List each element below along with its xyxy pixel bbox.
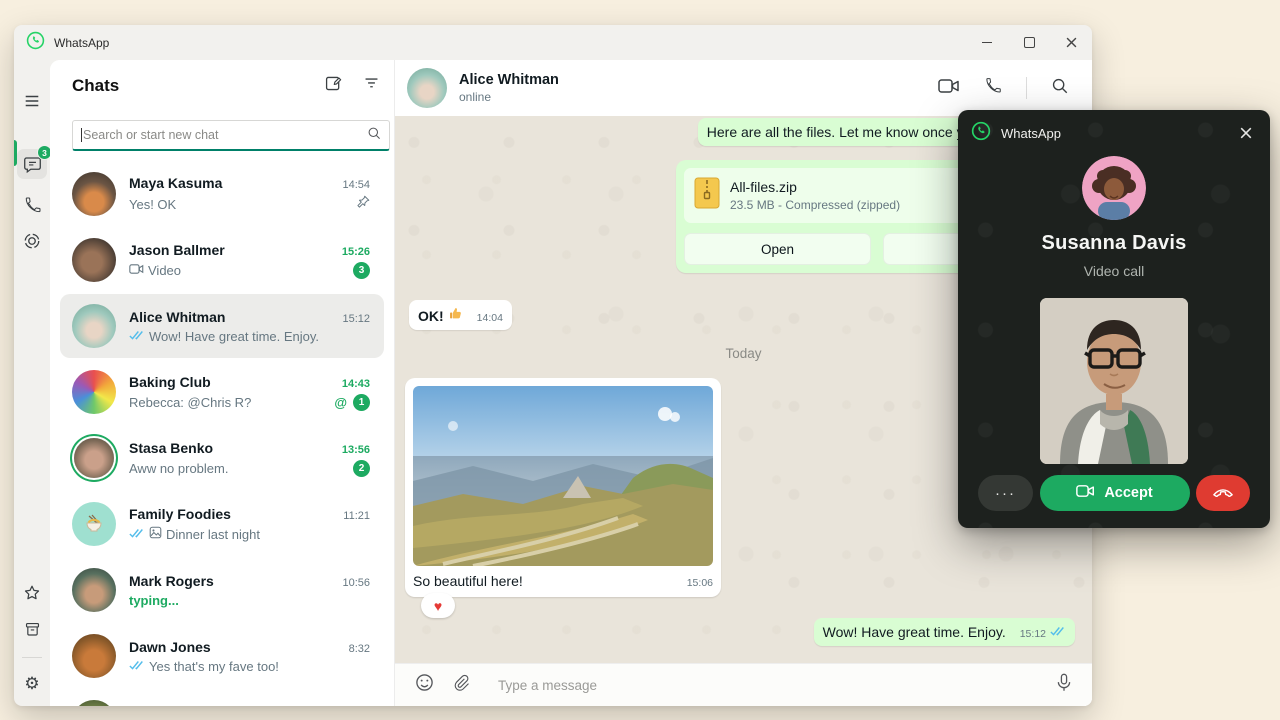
- search-input[interactable]: [72, 120, 390, 151]
- titlebar: WhatsApp: [14, 25, 1092, 60]
- whatsapp-logo-icon: [26, 31, 45, 55]
- sidebar-item-settings[interactable]: ⚙: [17, 668, 47, 698]
- active-nav-indicator: [14, 140, 17, 166]
- photo-icon: [149, 526, 162, 542]
- chat-list-item-baking-club[interactable]: Baking Club14:43 Rebecca: @Chris R? @1: [60, 360, 384, 424]
- read-ticks-icon: [1050, 624, 1066, 640]
- contact-avatar[interactable]: [407, 68, 447, 108]
- header-divider: [1026, 77, 1027, 99]
- minimize-icon[interactable]: [966, 25, 1008, 60]
- mic-icon[interactable]: [1056, 673, 1072, 697]
- decline-call-icon: [1212, 484, 1234, 502]
- thumbs-up-icon: [448, 306, 463, 324]
- text-caret: [81, 128, 82, 142]
- unread-badge: 1: [353, 394, 370, 411]
- rail-divider: [22, 657, 42, 658]
- page-title: Chats: [72, 76, 119, 96]
- maximize-icon[interactable]: [1008, 25, 1050, 60]
- sidebar-item-status[interactable]: [17, 226, 47, 256]
- message-incoming[interactable]: OK! 14:04: [409, 300, 512, 330]
- emoji-icon[interactable]: [415, 673, 434, 697]
- chat-list-item-maya[interactable]: Maya Kasuma14:54 Yes! OK: [60, 162, 384, 226]
- attach-icon[interactable]: [452, 674, 470, 697]
- avatar: [72, 568, 116, 612]
- avatar: [72, 238, 116, 282]
- chat-list-item-stasa[interactable]: Stasa Benko13:56 Aww no problem. 2: [60, 426, 384, 490]
- read-ticks-icon: [129, 659, 145, 674]
- window-title: WhatsApp: [54, 36, 109, 50]
- chat-list-item-family-foodies[interactable]: Family Foodies11:21 Dinner last night: [60, 492, 384, 556]
- sidebar-item-profile[interactable]: [17, 704, 47, 706]
- noodle-bowl-icon: [80, 510, 108, 538]
- close-icon[interactable]: [1050, 25, 1092, 60]
- chat-list-item-alice[interactable]: Alice Whitman15:12 Wow! Have great time.…: [60, 294, 384, 358]
- video-call-icon[interactable]: [938, 78, 960, 99]
- search-chat-icon[interactable]: [1051, 77, 1068, 99]
- file-meta: 23.5 MB - Compressed (zipped): [730, 198, 900, 212]
- chat-list-panel: Chats: [50, 60, 394, 706]
- open-file-button[interactable]: Open: [684, 233, 871, 265]
- caller-name: Susanna Davis: [958, 232, 1270, 255]
- call-type: Video call: [958, 263, 1270, 279]
- read-ticks-icon: [129, 527, 145, 542]
- chat-list-item-dawn[interactable]: Dawn Jones8:32 Yes that's my fave too!: [60, 624, 384, 688]
- whatsapp-window: WhatsApp 3: [14, 25, 1092, 706]
- settings-icon: ⚙: [24, 675, 39, 692]
- whatsapp-logo-icon: [971, 121, 991, 146]
- photo-thumbnail[interactable]: [413, 386, 713, 566]
- avatar: [72, 172, 116, 216]
- conversation-header: Alice Whitman online: [395, 60, 1092, 116]
- file-name: All-files.zip: [730, 179, 900, 195]
- mention-icon: @: [334, 395, 347, 410]
- message-outgoing[interactable]: Wow! Have great time. Enjoy. 15:12: [814, 618, 1075, 646]
- zip-icon: [694, 177, 720, 214]
- chat-list-item-ziggy[interactable]: Ziggy Woodley8:13: [60, 690, 384, 706]
- voice-call-icon[interactable]: [984, 77, 1002, 100]
- video-icon: [1076, 484, 1095, 502]
- sidebar-item-archive[interactable]: [17, 614, 47, 644]
- search-icon: [367, 126, 381, 145]
- unread-badge: 2: [353, 460, 370, 477]
- pin-icon: [357, 195, 370, 213]
- chat-list: Maya Kasuma14:54 Yes! OK Jason Ballmer15…: [50, 160, 394, 706]
- popup-title: WhatsApp: [1001, 126, 1061, 141]
- contact-name: Alice Whitman: [459, 72, 559, 88]
- avatar: [72, 370, 116, 414]
- more-options-button[interactable]: ···: [978, 475, 1033, 511]
- sidebar-item-calls[interactable]: [17, 190, 47, 220]
- avatar: [72, 700, 116, 706]
- avatar: [72, 502, 116, 546]
- caller-avatar: [1082, 156, 1146, 220]
- sidebar-item-chats[interactable]: 3: [17, 149, 47, 179]
- close-icon[interactable]: [1232, 119, 1260, 147]
- photo-caption: So beautiful here!: [413, 573, 523, 589]
- avatar-with-status-ring: [74, 438, 114, 478]
- avatar: [72, 304, 116, 348]
- message-input[interactable]: [496, 677, 1038, 694]
- sidebar-item-starred[interactable]: [17, 578, 47, 608]
- incoming-call-popup: WhatsApp Susanna Davis Video call: [958, 110, 1270, 528]
- decline-call-button[interactable]: [1196, 475, 1250, 511]
- unread-badge: 3: [353, 262, 370, 279]
- composer-bar: [395, 663, 1092, 706]
- menu-icon[interactable]: [17, 86, 47, 116]
- new-chat-icon[interactable]: [324, 74, 343, 98]
- video-icon: [129, 263, 144, 278]
- caller-video-preview: [1040, 298, 1188, 464]
- filter-icon[interactable]: [363, 74, 380, 98]
- contact-status: online: [459, 90, 559, 104]
- read-ticks-icon: [129, 329, 145, 344]
- accept-call-button[interactable]: Accept: [1040, 475, 1190, 511]
- avatar: [72, 634, 116, 678]
- search-field[interactable]: [83, 128, 367, 142]
- chat-list-item-jason[interactable]: Jason Ballmer15:26 Video 3: [60, 228, 384, 292]
- message-photo[interactable]: So beautiful here! 15:06: [405, 378, 721, 597]
- chat-list-item-mark[interactable]: Mark Rogers10:56 typing...: [60, 558, 384, 622]
- heart-reaction[interactable]: ♥: [421, 593, 455, 618]
- desktop: WhatsApp 3: [0, 0, 1280, 720]
- nav-rail: 3 ⚙: [14, 60, 50, 706]
